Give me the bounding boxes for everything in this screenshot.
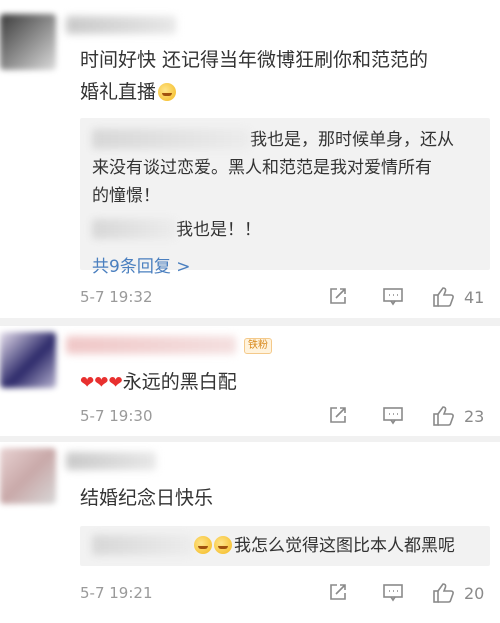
comment-button[interactable] [382, 405, 404, 425]
comment-2: 铁粉 ❤❤❤永远的黑白配 5-7 19:30 23 [0, 326, 500, 444]
avatar[interactable] [0, 332, 56, 388]
like-count: 23 [464, 406, 485, 426]
reply-2[interactable]: 我也是！！ [92, 216, 478, 244]
comment-text: 时间好快 还记得当年微博狂刷你和范范的 婚礼直播 [80, 44, 490, 108]
reply-text: 我也是，那时候单身，还从 [250, 130, 454, 150]
username[interactable] [66, 16, 176, 34]
avatar[interactable] [0, 448, 56, 504]
like-icon [433, 406, 454, 426]
comment-text-line: 永远的黑白配 [122, 371, 237, 393]
share-button[interactable] [328, 405, 348, 425]
more-replies-link[interactable]: 共9条回复 > [92, 252, 478, 277]
reply-text: 来没有谈过恋爱。黑人和范范是我对爱情所有 [92, 158, 432, 178]
fan-badge: 铁粉 [244, 338, 272, 354]
divider [0, 318, 500, 326]
heart-emoji-icons: ❤❤❤ [80, 373, 123, 393]
comment-3: 结婚纪念日快乐 我怎么觉得这图比本人都黑呢 5-7 19:21 20 [0, 442, 500, 623]
comment-text: ❤❤❤永远的黑白配 [80, 366, 490, 399]
laugh-emoji-icon [214, 536, 232, 554]
like-button[interactable]: 41 [432, 286, 484, 308]
share-button[interactable] [328, 582, 348, 602]
share-button[interactable] [328, 286, 348, 306]
comment-1: 时间好快 还记得当年微博狂刷你和范范的 婚礼直播 我也是，那时候单身，还从 来没… [0, 0, 500, 318]
reply-1[interactable]: 我也是，那时候单身，还从 来没有谈过恋爱。黑人和范范是我对爱情所有 的憧憬！ [92, 126, 478, 210]
reply-box[interactable]: 我怎么觉得这图比本人都黑呢 [80, 526, 490, 566]
like-icon [433, 287, 454, 307]
timestamp: 5-7 19:30 [80, 407, 153, 425]
comment-icon [383, 288, 403, 306]
reply-box[interactable]: 我也是，那时候单身，还从 来没有谈过恋爱。黑人和范范是我对爱情所有 的憧憬！ 我… [80, 118, 490, 277]
comment-icon [383, 407, 403, 425]
reply-text: 我怎么觉得这图比本人都黑呢 [234, 536, 455, 556]
reply-text: 的憧憬！ [92, 186, 160, 206]
reply-username[interactable] [92, 129, 250, 149]
reply-username[interactable] [92, 535, 192, 555]
like-count: 41 [464, 287, 485, 307]
username[interactable] [66, 452, 156, 470]
reply-1[interactable]: 我怎么觉得这图比本人都黑呢 [92, 532, 478, 560]
share-icon [330, 407, 346, 423]
share-icon [330, 584, 346, 600]
like-count: 20 [464, 583, 485, 603]
laugh-emoji-icon [158, 83, 177, 101]
like-button[interactable]: 20 [432, 582, 484, 604]
comment-text-line: 婚礼直播 [80, 81, 157, 103]
comment-icon [383, 584, 403, 602]
comment-button[interactable] [382, 286, 404, 306]
timestamp: 5-7 19:21 [80, 584, 153, 602]
share-icon [330, 288, 346, 304]
like-button[interactable]: 23 [432, 405, 484, 427]
laugh-emoji-icon [194, 536, 212, 554]
avatar[interactable] [0, 14, 56, 70]
comment-text-line: 时间好快 还记得当年微博狂刷你和范范的 [80, 49, 429, 71]
reply-username[interactable] [92, 219, 176, 239]
comment-button[interactable] [382, 582, 404, 602]
comment-text: 结婚纪念日快乐 [80, 487, 214, 509]
timestamp: 5-7 19:32 [80, 288, 153, 306]
reply-text: 我也是！！ [176, 220, 261, 240]
username[interactable] [66, 336, 236, 354]
like-icon [433, 583, 454, 603]
